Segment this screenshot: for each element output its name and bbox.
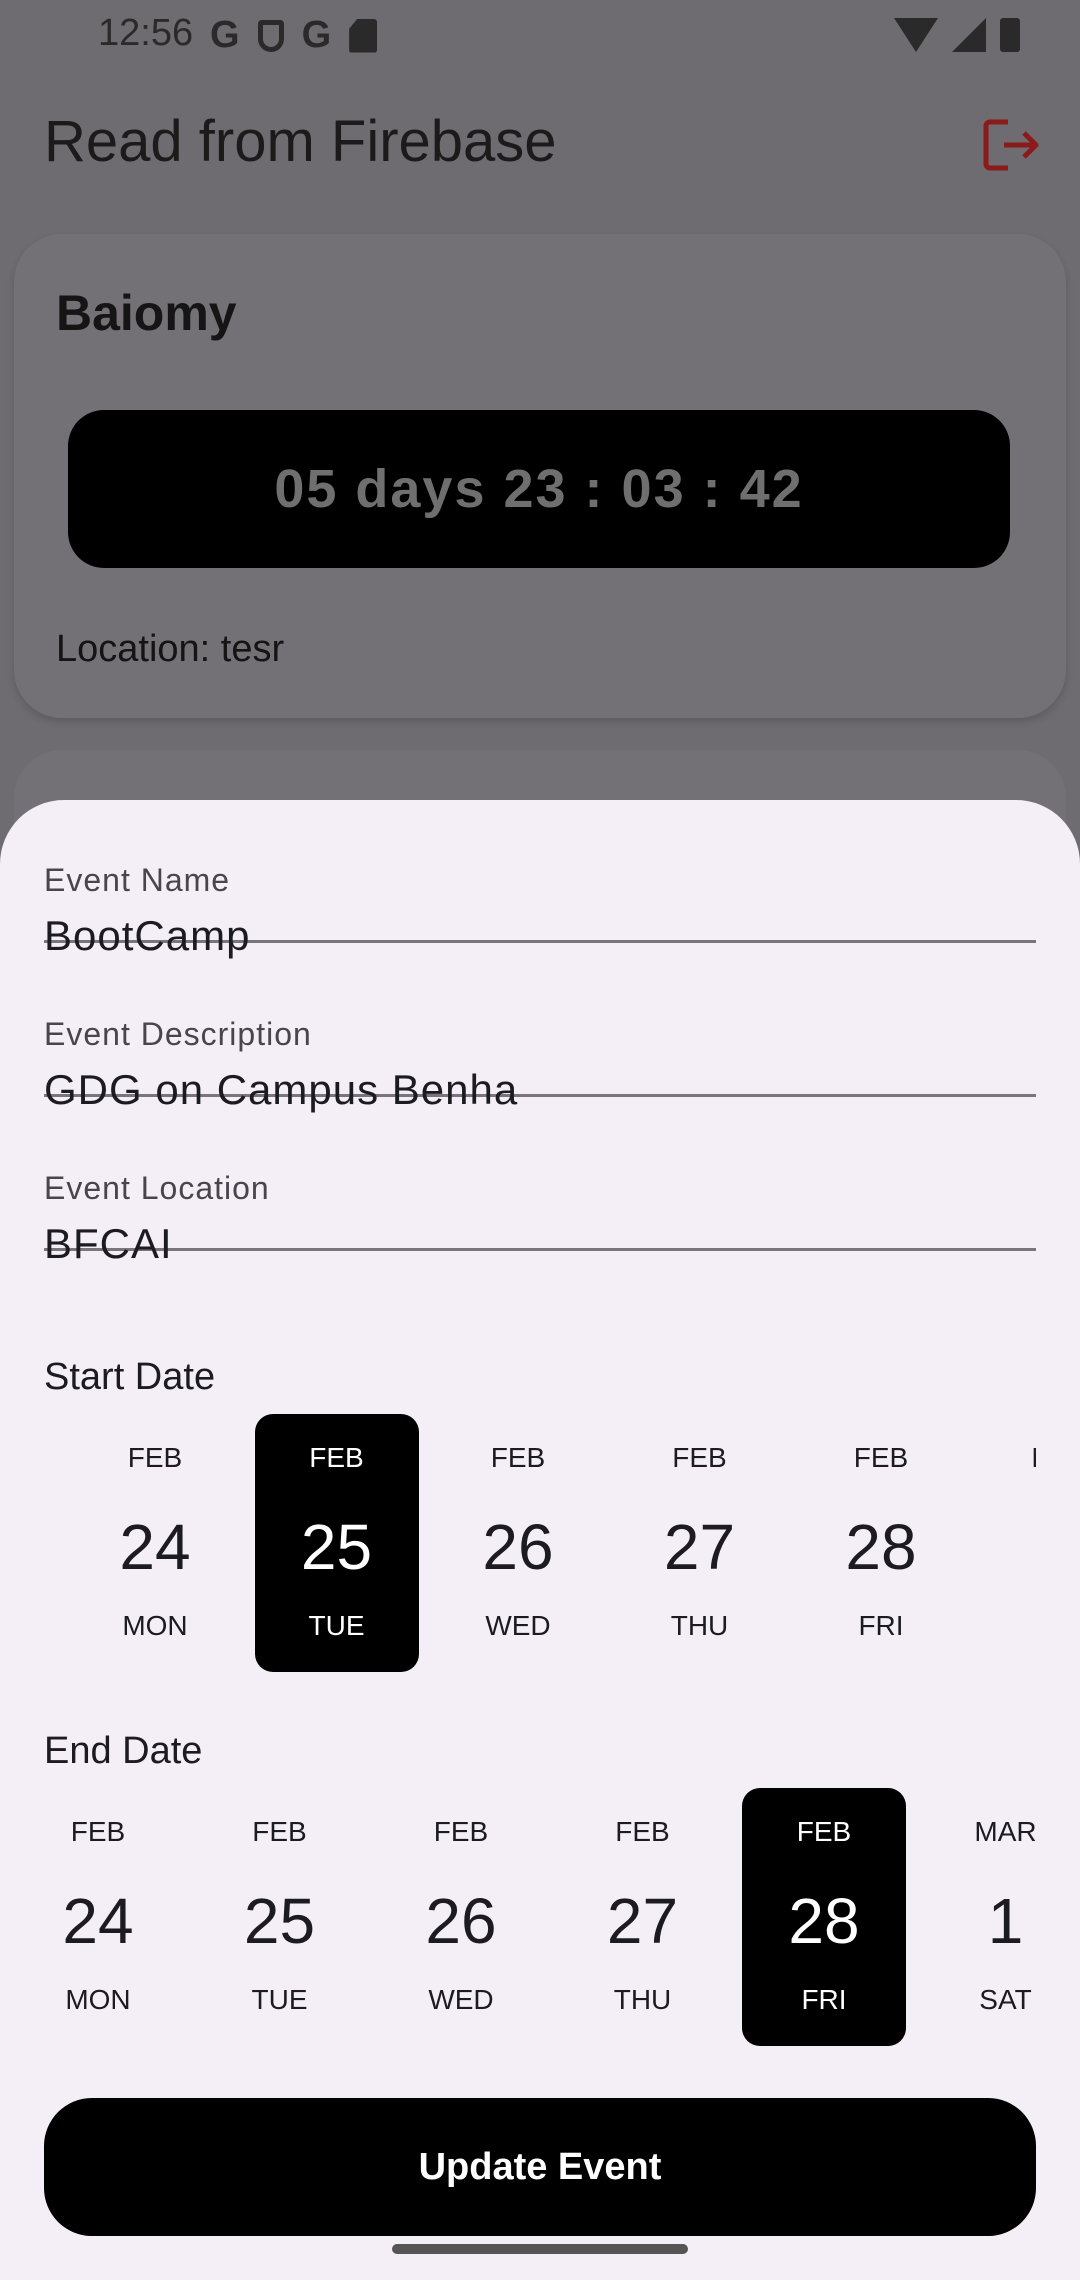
status-right-icons xyxy=(894,18,1020,52)
date-item-feb-26[interactable]: FEB 26 WED xyxy=(436,1414,600,1672)
end-date-label: End Date xyxy=(44,1730,203,1772)
event-name-field[interactable]: Event Name BootCamp xyxy=(44,800,1036,959)
date-month: FEB xyxy=(672,1442,727,1473)
date-day: 25 xyxy=(300,1511,373,1583)
date-month: FEB xyxy=(490,1442,546,1473)
date-weekday: MON xyxy=(122,1610,188,1641)
date-item-feb-28[interactable]: FEB 28 FRI xyxy=(742,1788,906,2046)
date-day: 24 xyxy=(119,1511,191,1583)
date-weekday: SAT xyxy=(981,1610,1037,1642)
shield-icon xyxy=(257,19,284,52)
home-indicator xyxy=(392,2244,688,2254)
app-bar: Read from Firebase xyxy=(0,90,1080,190)
status-left-icons: G G xyxy=(210,14,378,57)
event-card-title: Baiomy xyxy=(56,285,237,341)
event-card-location: Location: tesr xyxy=(56,628,285,670)
start-date-label: Start Date xyxy=(44,1356,216,1398)
event-description-input[interactable]: GDG on Campus Benha xyxy=(44,1066,518,1114)
event-name-input[interactable]: BootCamp xyxy=(44,912,250,960)
date-month: FEB xyxy=(615,1816,670,1847)
event-name-label: Event Name xyxy=(44,862,231,898)
end-date-picker[interactable]: FEB 24 MON FEB 25 TUE FEB 26 WED FEB 27 THU FEB 28 FRI… xyxy=(0,1788,1036,2048)
date-weekday: SAT xyxy=(979,1984,1032,2015)
date-weekday: WED xyxy=(428,1984,494,2015)
date-month: MAR xyxy=(981,1442,1036,1474)
google-icon: G xyxy=(301,14,332,56)
date-weekday: FRI xyxy=(858,1610,904,1641)
date-month: FEB xyxy=(309,1442,364,1473)
start-date-picker[interactable]: FEB 24 MON FEB 25 TUE FEB 26 WED FEB 27 THU FEB 28 FRI… xyxy=(0,1414,1036,1674)
date-day: 28 xyxy=(788,1885,860,1957)
date-weekday: FRI xyxy=(801,1984,847,2015)
event-card[interactable]: Baiomy 05 days 23 : 03 : 42 Location: te… xyxy=(14,234,1066,718)
update-event-button[interactable]: Update Event xyxy=(44,2098,1036,2236)
date-day: 1 xyxy=(981,1510,1037,1584)
signal-icon xyxy=(952,18,986,52)
date-day: 1 xyxy=(987,1885,1024,1957)
date-weekday: MON xyxy=(65,1984,131,2015)
date-month: FEB xyxy=(853,1442,909,1473)
wifi-icon xyxy=(894,18,938,52)
date-item-feb-25[interactable]: FEB 25 TUE xyxy=(198,1788,362,2046)
date-day: 27 xyxy=(606,1885,679,1957)
google-icon: G xyxy=(210,14,240,56)
date-month: FEB xyxy=(252,1816,307,1847)
date-month: FEB xyxy=(70,1816,126,1847)
page-title: Read from Firebase xyxy=(44,109,557,174)
date-item-mar-1[interactable]: MAR 1 SAT xyxy=(924,1788,1036,2046)
date-month: FEB xyxy=(433,1816,489,1847)
date-day: 25 xyxy=(243,1885,316,1957)
date-weekday: TUE xyxy=(308,1610,365,1641)
date-weekday: THU xyxy=(613,1984,672,2015)
status-time: 12:56 xyxy=(98,12,194,54)
date-item-feb-24[interactable]: FEB 24 MON xyxy=(73,1414,237,1672)
date-month: FEB xyxy=(127,1442,183,1473)
date-month: MAR xyxy=(974,1816,1036,1847)
event-description-label: Event Description xyxy=(44,1016,312,1052)
date-item-feb-26[interactable]: FEB 26 WED xyxy=(379,1788,543,2046)
date-weekday: WED xyxy=(485,1610,551,1641)
sd-card-icon xyxy=(349,18,378,53)
event-location-field[interactable]: Event Location BFCAI xyxy=(44,1108,1036,1267)
date-item-feb-27[interactable]: FEB 27 THU xyxy=(561,1788,725,2046)
date-day: 28 xyxy=(845,1511,917,1583)
date-day: 27 xyxy=(663,1511,736,1583)
status-bar: 12:56 G G xyxy=(0,0,1080,70)
date-day: 26 xyxy=(425,1885,497,1957)
date-weekday: THU xyxy=(670,1610,729,1641)
date-item-mar-1[interactable]: MAR 1 SAT xyxy=(981,1414,1037,1672)
event-location-input[interactable]: BFCAI xyxy=(44,1220,173,1268)
countdown-timer: 05 days 23 : 03 : 42 xyxy=(68,410,1010,568)
date-item-feb-25[interactable]: FEB 25 TUE xyxy=(254,1414,419,1672)
date-item-feb-27[interactable]: FEB 27 THU xyxy=(618,1414,782,1672)
date-month: FEB xyxy=(796,1816,852,1847)
battery-icon xyxy=(1000,18,1020,52)
date-day: 24 xyxy=(62,1885,134,1957)
date-item-feb-24[interactable]: FEB 24 MON xyxy=(16,1788,180,2046)
event-location-label: Event Location xyxy=(44,1170,270,1206)
logout-icon[interactable] xyxy=(982,118,1042,172)
event-description-field[interactable]: Event Description GDG on Campus Benha xyxy=(44,954,1036,1113)
date-item-feb-28[interactable]: FEB 28 FRI xyxy=(799,1414,963,1672)
edit-event-sheet: Event Name BootCamp Event Description GD… xyxy=(0,800,1080,2280)
date-day: 26 xyxy=(482,1511,554,1583)
date-weekday: TUE xyxy=(251,1984,308,2015)
